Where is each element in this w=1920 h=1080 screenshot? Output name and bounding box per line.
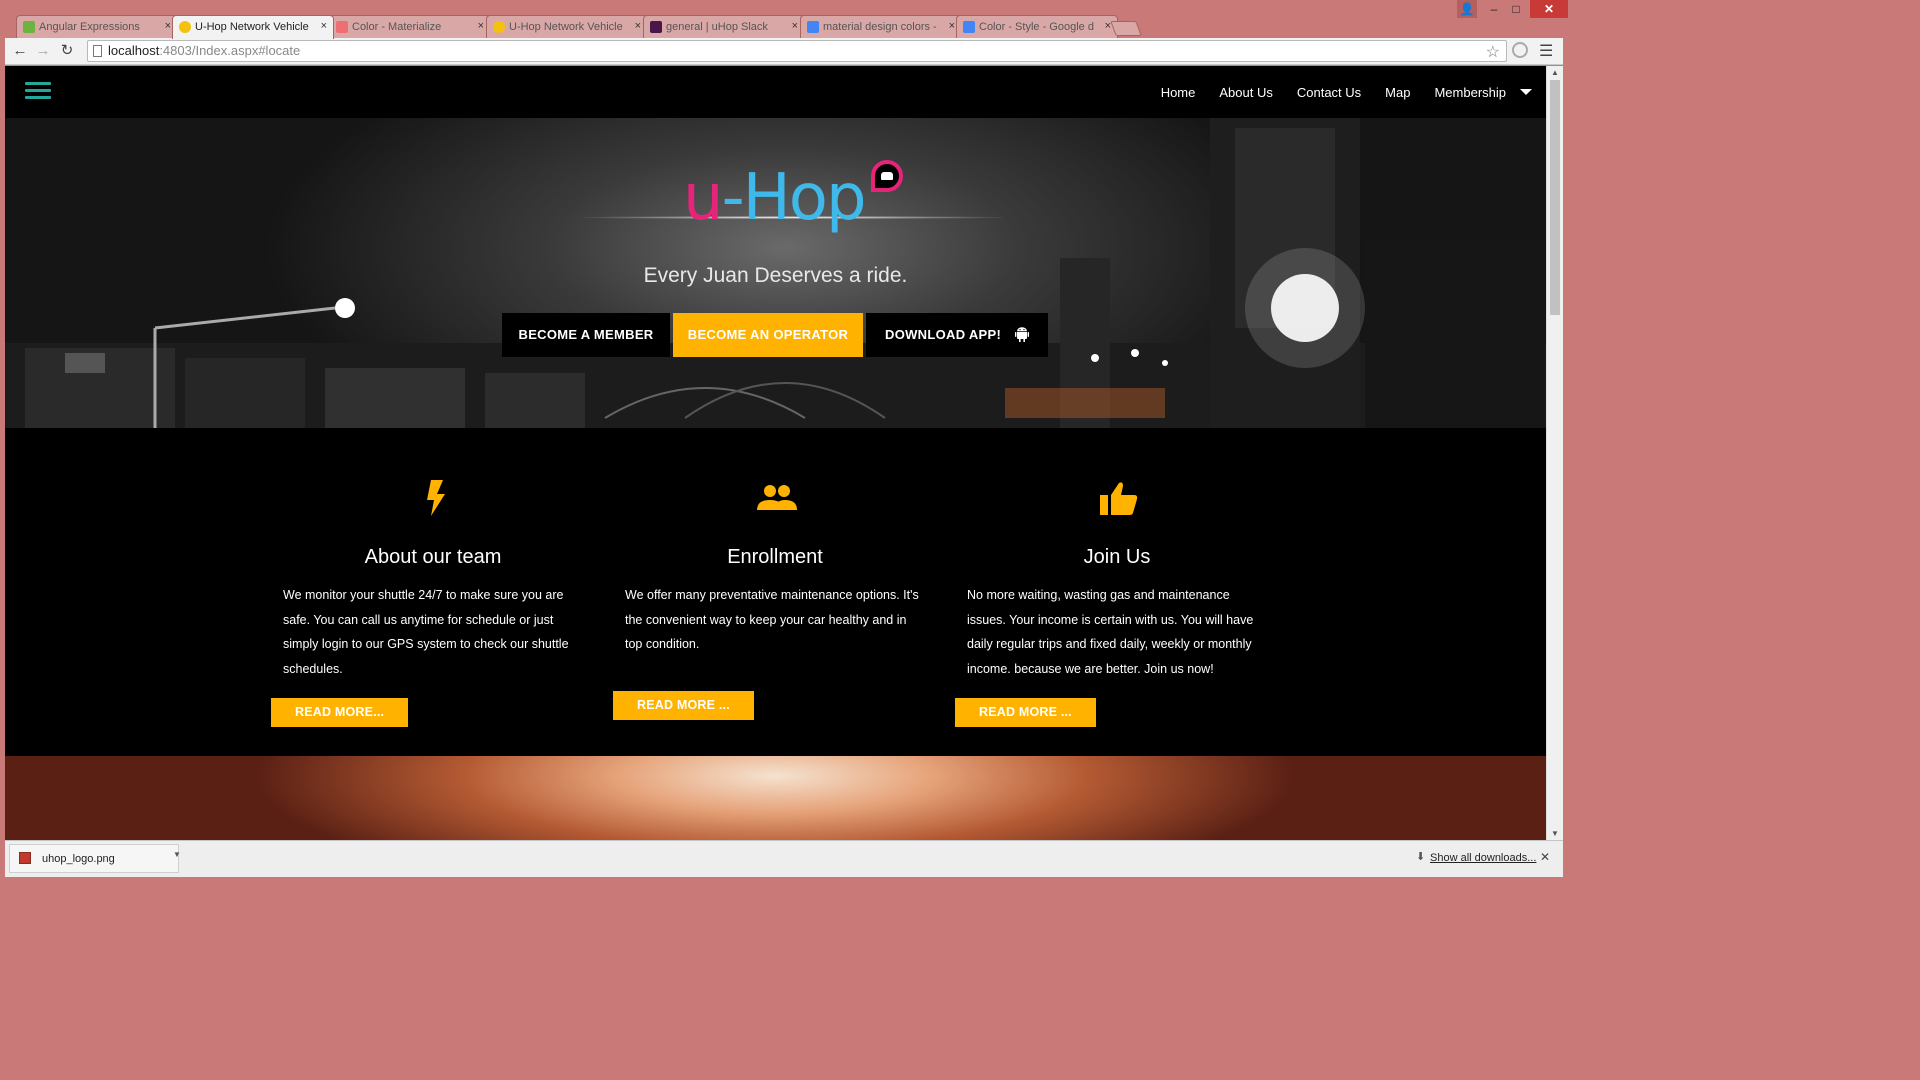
- nav-about-us[interactable]: About Us: [1219, 85, 1272, 100]
- browser-toolbar: ← → ↻ localhost:4803/Index.aspx#locate ☆…: [5, 38, 1563, 65]
- browser-tabstrip: Angular Expressions × U-Hop Network Vehic…: [0, 0, 1568, 39]
- logo-wordmark: u-Hop: [683, 158, 867, 238]
- page-viewport: Home About Us Contact Us Map Membership: [5, 66, 1546, 840]
- nav-membership[interactable]: Membership: [1434, 85, 1532, 100]
- nav-links: Home About Us Contact Us Map Membership: [1137, 66, 1532, 118]
- feature-text: No more waiting, wasting gas and mainten…: [967, 588, 1254, 676]
- url-host: localhost: [108, 43, 160, 58]
- site-navbar: Home About Us Contact Us Map Membership: [5, 66, 1546, 118]
- scroll-down-arrow-icon[interactable]: ▼: [1551, 829, 1559, 838]
- user-profile-icon[interactable]: 👤: [1457, 0, 1477, 18]
- read-more-button[interactable]: READ MORE...: [271, 698, 409, 727]
- read-more-button[interactable]: READ MORE ...: [613, 691, 754, 720]
- minimize-button[interactable]: –: [1485, 0, 1503, 18]
- angular-favicon-icon: [23, 21, 35, 33]
- tab-close-icon[interactable]: ×: [949, 20, 955, 32]
- tab-close-icon[interactable]: ×: [478, 20, 484, 32]
- show-all-downloads-link[interactable]: Show all downloads...: [1430, 852, 1536, 864]
- feature-title: About our team: [364, 546, 502, 568]
- forward-arrow-icon[interactable]: →: [33, 41, 53, 61]
- downloads-shelf: uhop_logo.png ▼ ⬇ Show all downloads... …: [5, 840, 1563, 877]
- tab-title: U-Hop Network Vehicle S: [195, 21, 310, 33]
- download-app-label: DOWNLOAD APP!: [885, 327, 1002, 342]
- tab-close-icon[interactable]: ×: [321, 20, 327, 32]
- feature-title: Enrollment: [727, 546, 823, 568]
- tab-title: U-Hop Network Vehicle S: [509, 21, 624, 33]
- tab-title: general | uHop Slack: [666, 21, 768, 33]
- page-icon: [93, 45, 102, 57]
- download-options-caret-icon[interactable]: ▼: [173, 850, 181, 859]
- lightning-bolt-icon: [427, 480, 445, 516]
- android-icon: [1015, 327, 1029, 342]
- dropdown-caret-icon[interactable]: [1520, 88, 1532, 95]
- bookmark-star-icon[interactable]: ☆: [1486, 42, 1500, 62]
- car-location-pin-icon: [871, 160, 903, 192]
- google-favicon-icon: [807, 21, 819, 33]
- browser-tab-uhop-active[interactable]: U-Hop Network Vehicle S ×: [172, 15, 334, 39]
- download-item[interactable]: uhop_logo.png ▼: [9, 844, 181, 873]
- nav-home[interactable]: Home: [1161, 85, 1196, 100]
- slack-favicon-icon: [650, 21, 662, 33]
- url-path: :4803/Index.aspx#locate: [159, 43, 301, 58]
- close-shelf-icon[interactable]: ✕: [1540, 850, 1550, 864]
- reload-icon[interactable]: ↻: [57, 41, 77, 61]
- logo-u: u: [683, 161, 724, 235]
- nav-map[interactable]: Map: [1385, 85, 1410, 100]
- download-app-button[interactable]: DOWNLOAD APP!: [866, 313, 1048, 357]
- tab-close-icon[interactable]: ×: [792, 20, 798, 32]
- logo-dash: -: [721, 161, 745, 235]
- read-more-button[interactable]: READ MORE ...: [955, 698, 1096, 727]
- browser-tab-google-style[interactable]: Color - Style - Google des ×: [956, 15, 1118, 38]
- scroll-up-arrow-icon[interactable]: ▲: [1551, 68, 1559, 77]
- materialize-favicon-icon: [336, 21, 348, 33]
- hamburger-menu-icon[interactable]: [25, 82, 51, 102]
- logo-hop: Hop: [742, 161, 867, 235]
- tab-close-icon[interactable]: ×: [165, 20, 171, 32]
- close-window-button[interactable]: ✕: [1530, 0, 1568, 18]
- address-bar[interactable]: localhost:4803/Index.aspx#locate ☆: [87, 40, 1507, 62]
- back-arrow-icon[interactable]: ←: [10, 41, 30, 61]
- browser-tab-materialize[interactable]: Color - Materialize ×: [329, 15, 491, 38]
- tab-title: Color - Style - Google des: [979, 21, 1094, 33]
- tab-close-icon[interactable]: ×: [635, 20, 641, 32]
- maximize-button[interactable]: □: [1507, 0, 1525, 18]
- nav-membership-label: Membership: [1434, 84, 1506, 100]
- feature-title: Join Us: [1083, 546, 1151, 568]
- thumbs-up-icon: [1100, 482, 1138, 515]
- hero-section: u-Hop Every Juan Deserves a ride. BECOME…: [5, 118, 1546, 428]
- browser-tab-google-colors[interactable]: material design colors - G ×: [800, 15, 962, 38]
- people-group-icon: [757, 485, 797, 510]
- tab-title: material design colors - G: [823, 21, 938, 33]
- uhop-favicon-icon: [493, 21, 505, 33]
- feature-text: We monitor your shuttle 24/7 to make sur…: [283, 588, 569, 676]
- download-filename: uhop_logo.png: [42, 853, 115, 865]
- browser-tab-slack[interactable]: general | uHop Slack ×: [643, 15, 805, 38]
- hero-tagline: Every Juan Deserves a ride.: [643, 264, 908, 287]
- hero-buttons: BECOME A MEMBER BECOME AN OPERATOR DOWNL…: [502, 313, 1048, 357]
- extension-icon[interactable]: [1512, 42, 1528, 58]
- download-arrow-icon: ⬇: [1416, 851, 1426, 863]
- page-scrollbar[interactable]: ▲ ▼: [1546, 66, 1563, 840]
- feature-text: We offer many preventative maintenance o…: [625, 588, 919, 651]
- browser-tab-uhop[interactable]: U-Hop Network Vehicle S ×: [486, 15, 648, 38]
- google-favicon-icon: [963, 21, 975, 33]
- uhop-logo: u-Hop: [583, 158, 1003, 248]
- nav-contact-us[interactable]: Contact Us: [1297, 85, 1361, 100]
- become-member-button[interactable]: BECOME A MEMBER: [502, 313, 670, 357]
- scrollbar-thumb[interactable]: [1550, 80, 1560, 315]
- tab-title: Angular Expressions: [39, 21, 140, 33]
- uhop-favicon-icon: [179, 21, 191, 33]
- tab-title: Color - Materialize: [352, 21, 442, 33]
- next-section-background: [5, 756, 1546, 840]
- browser-tab-angular[interactable]: Angular Expressions ×: [16, 15, 178, 38]
- features-section: About our team We monitor your shuttle 2…: [5, 428, 1546, 756]
- image-file-icon: [19, 852, 31, 864]
- chrome-menu-icon[interactable]: ☰: [1539, 41, 1553, 61]
- new-tab-button[interactable]: [1110, 21, 1142, 36]
- become-operator-button[interactable]: BECOME AN OPERATOR: [673, 313, 863, 357]
